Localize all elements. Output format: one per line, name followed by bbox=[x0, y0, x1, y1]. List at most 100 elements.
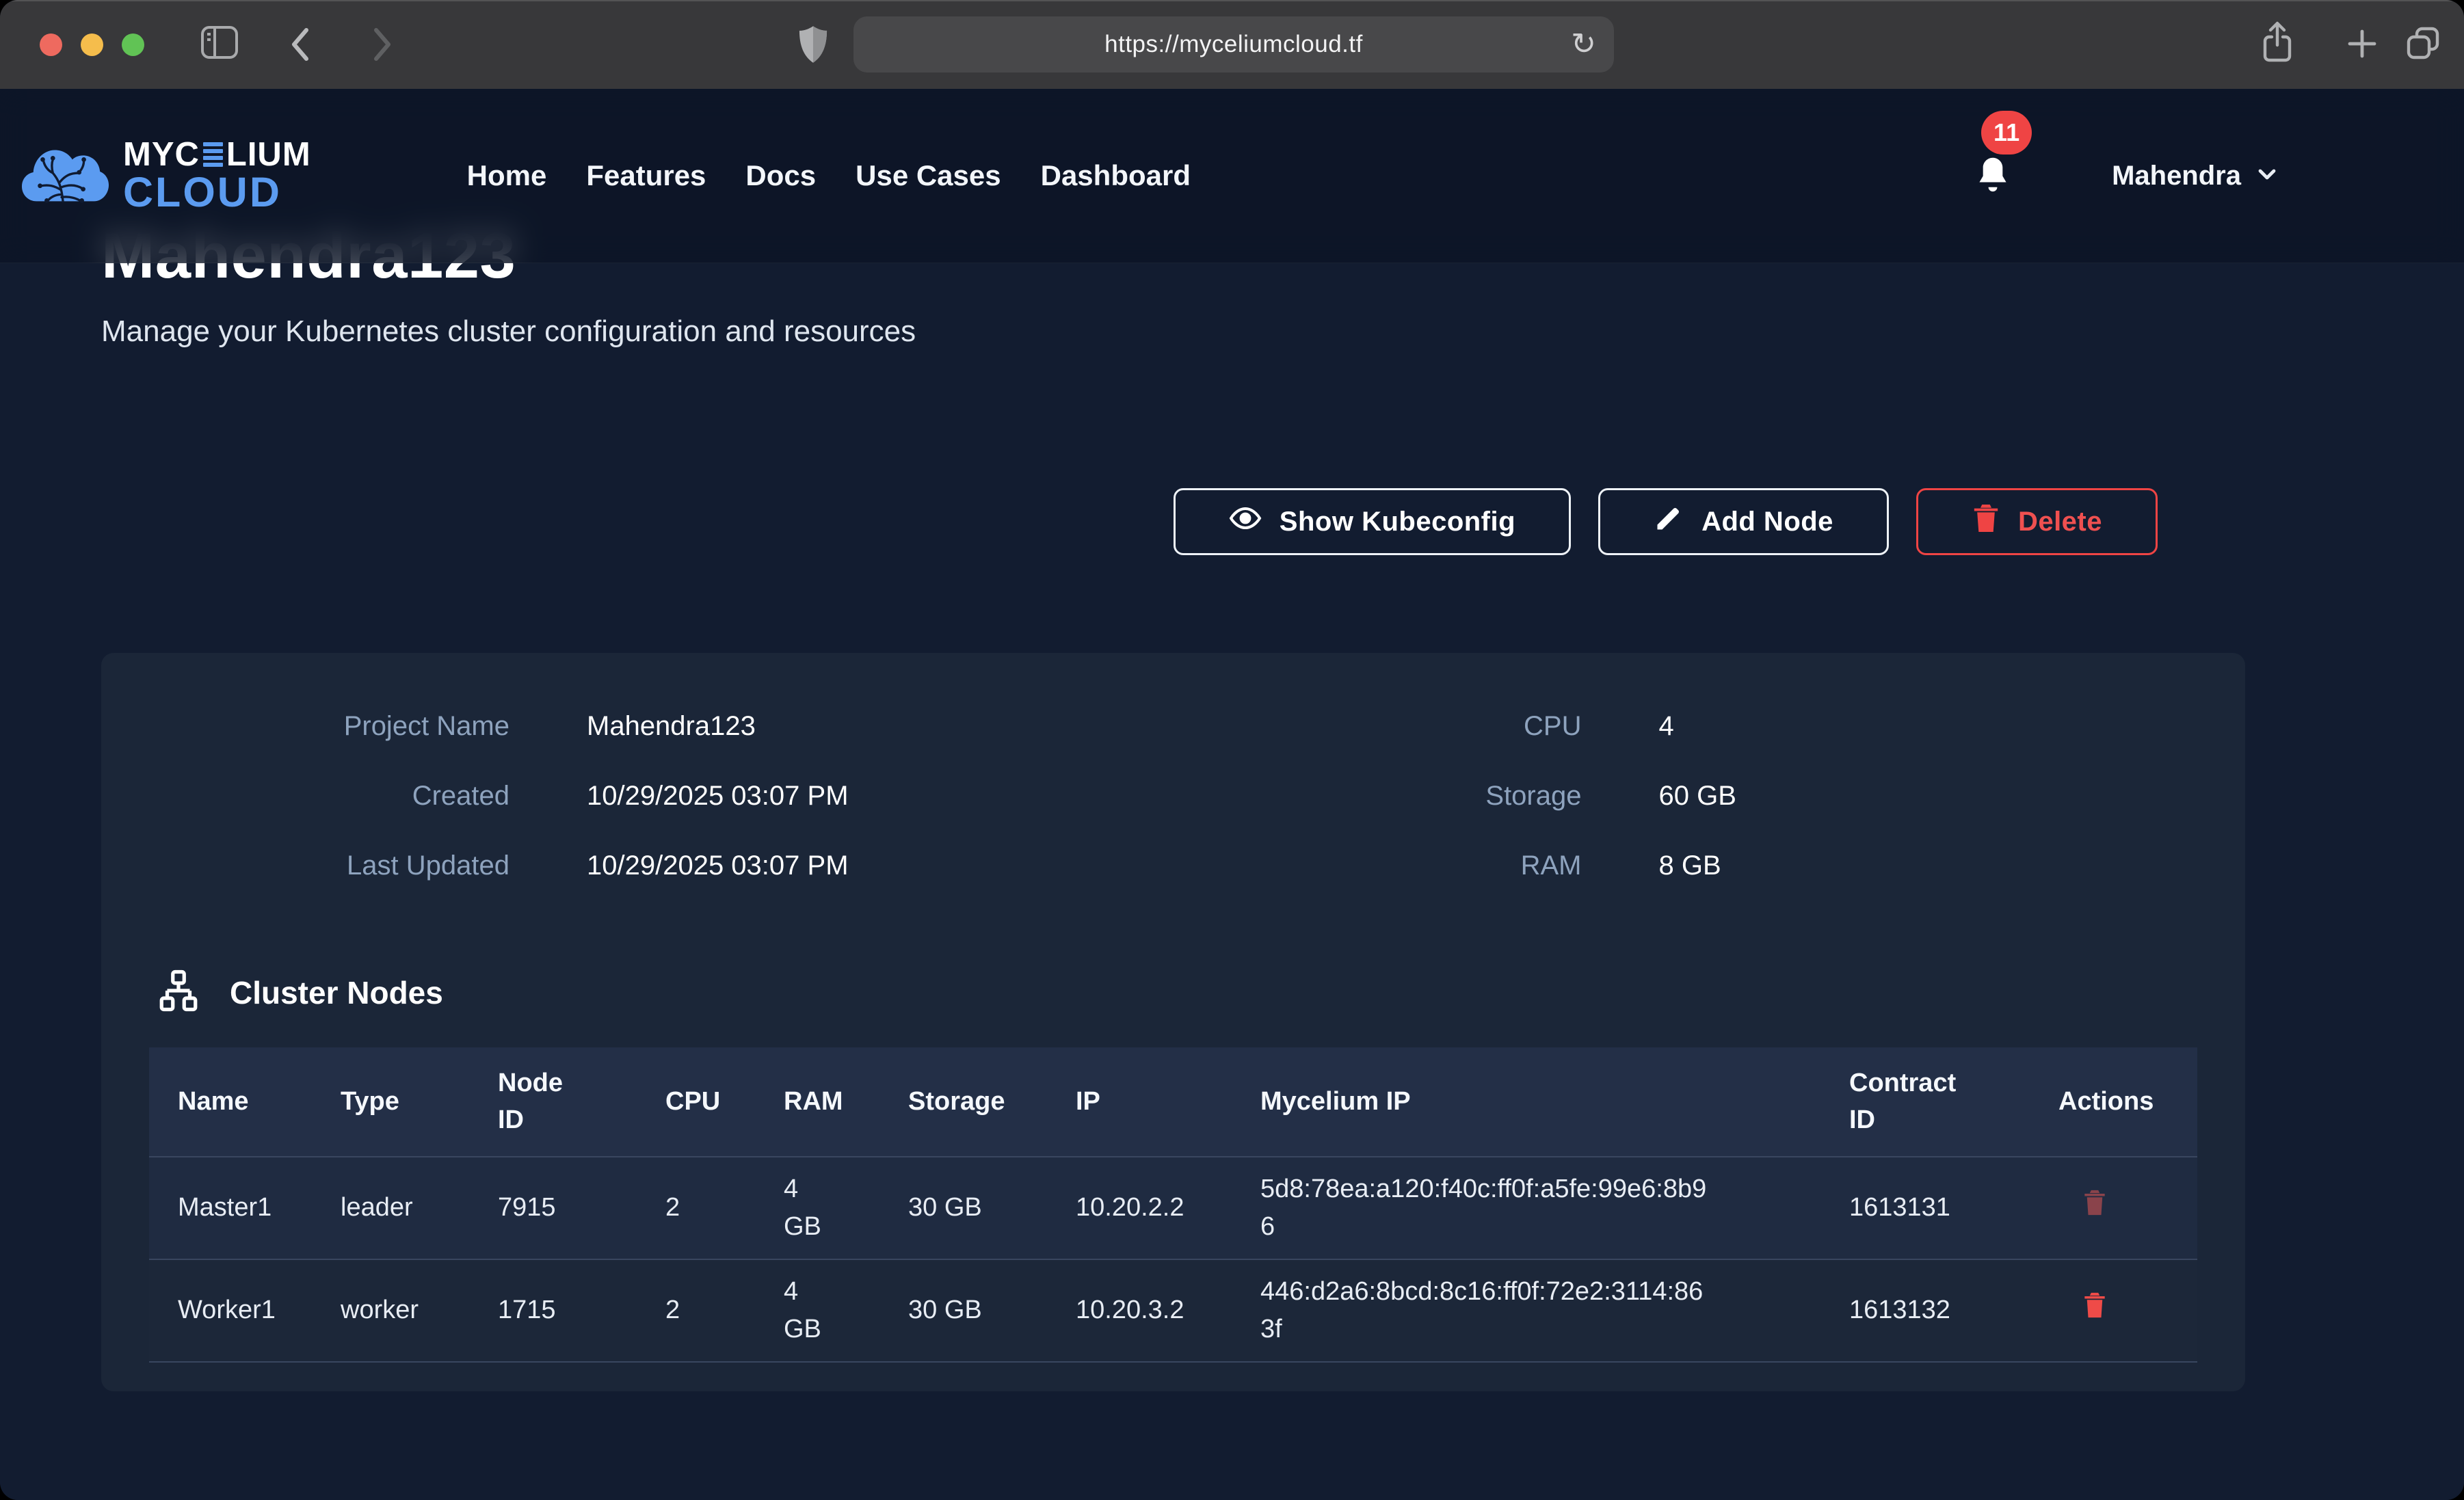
trash-icon bbox=[1972, 503, 2000, 541]
cell-ram: 4 GB bbox=[755, 1259, 879, 1362]
brand-line1: MYCLIUM bbox=[123, 138, 311, 172]
info-value: 4 bbox=[1659, 711, 1674, 742]
info-value: Mahendra123 bbox=[587, 711, 756, 742]
tab-overview-icon[interactable] bbox=[2405, 25, 2443, 63]
browser-chrome: https://myceliumcloud.tf ↻ bbox=[0, 0, 2464, 89]
info-row-ram: RAM 8 GB bbox=[1174, 851, 2246, 881]
info-label: Storage bbox=[1174, 781, 1582, 812]
brand-logo[interactable]: MYCLIUM CLOUD bbox=[21, 138, 311, 213]
col-header-ram: RAM bbox=[755, 1047, 879, 1157]
nav-link-features[interactable]: Features bbox=[586, 159, 706, 192]
info-label: Project Name bbox=[101, 711, 509, 742]
delete-label: Delete bbox=[2018, 507, 2102, 537]
col-header-contract-id: Contract ID bbox=[1820, 1047, 2030, 1157]
cell-type: leader bbox=[312, 1157, 469, 1259]
page-subtitle: Manage your Kubernetes cluster configura… bbox=[101, 314, 916, 349]
cell-mycelium-ip: 5d8:78ea:a120:f40c:ff0f:a5fe:99e6:8b96 bbox=[1232, 1157, 1820, 1259]
nav-link-dashboard[interactable]: Dashboard bbox=[1041, 159, 1191, 192]
cell-cpu: 2 bbox=[637, 1157, 755, 1259]
col-header-mycelium-ip: Mycelium IP bbox=[1232, 1047, 1820, 1157]
delete-node-button[interactable] bbox=[2058, 1290, 2108, 1322]
window-controls bbox=[40, 34, 144, 56]
brand-line2: CLOUD bbox=[123, 169, 282, 215]
delete-node-button[interactable] bbox=[2058, 1188, 2108, 1220]
page-content: Mahendra123 Manage your Kubernetes clust… bbox=[0, 89, 2464, 1500]
cell-storage: 30 GB bbox=[879, 1157, 1047, 1259]
col-header-cpu: CPU bbox=[637, 1047, 755, 1157]
add-node-button[interactable]: Add Node bbox=[1598, 488, 1889, 555]
col-header-storage: Storage bbox=[879, 1047, 1047, 1157]
cell-mycelium-ip: 446:d2a6:8bcd:8c16:ff0f:72e2:3114:863f bbox=[1232, 1259, 1820, 1362]
notifications-button[interactable]: 11 bbox=[1973, 155, 2013, 197]
cluster-nodes-header: Cluster Nodes bbox=[156, 968, 2245, 1017]
info-label: RAM bbox=[1174, 851, 1582, 881]
cell-name: Master1 bbox=[149, 1157, 312, 1259]
new-tab-icon[interactable] bbox=[2344, 26, 2380, 62]
cell-name: Worker1 bbox=[149, 1259, 312, 1362]
cell-type: worker bbox=[312, 1259, 469, 1362]
share-icon[interactable] bbox=[2260, 21, 2295, 64]
nav-link-use-cases[interactable]: Use Cases bbox=[856, 159, 1001, 192]
cell-contract-id: 1613132 bbox=[1820, 1259, 2030, 1362]
logo-e-bars bbox=[203, 142, 223, 167]
forward-icon[interactable] bbox=[369, 26, 395, 63]
info-row-storage: Storage 60 GB bbox=[1174, 781, 2246, 812]
info-label: Last Updated bbox=[101, 851, 509, 881]
info-value: 10/29/2025 03:07 PM bbox=[587, 781, 849, 812]
table-row: Worker1 worker 1715 2 4 GB 30 GB 10.20.3… bbox=[149, 1259, 2197, 1362]
eye-icon bbox=[1229, 502, 1262, 541]
col-header-type: Type bbox=[312, 1047, 469, 1157]
mycelium-cloud-logo-icon bbox=[21, 140, 109, 212]
info-value: 8 GB bbox=[1659, 851, 1721, 881]
cell-node-id: 7915 bbox=[469, 1157, 637, 1259]
minimize-window-button[interactable] bbox=[81, 34, 103, 56]
info-value: 10/29/2025 03:07 PM bbox=[587, 851, 849, 881]
chevron-down-icon bbox=[2253, 161, 2281, 191]
notification-count-badge: 11 bbox=[1981, 111, 2032, 155]
close-window-button[interactable] bbox=[40, 34, 62, 56]
url-text: https://myceliumcloud.tf bbox=[1104, 31, 1363, 58]
address-bar[interactable]: https://myceliumcloud.tf ↻ bbox=[853, 16, 1614, 72]
col-header-actions: Actions bbox=[2030, 1047, 2197, 1157]
reload-icon[interactable]: ↻ bbox=[1571, 29, 1596, 59]
col-header-node-id: Node ID bbox=[469, 1047, 637, 1157]
info-label: CPU bbox=[1174, 711, 1582, 742]
cell-node-id: 1715 bbox=[469, 1259, 637, 1362]
user-menu[interactable]: Mahendra bbox=[2112, 161, 2281, 191]
cell-storage: 30 GB bbox=[879, 1259, 1047, 1362]
info-value: 60 GB bbox=[1659, 781, 1736, 812]
cell-actions bbox=[2030, 1157, 2197, 1259]
cell-actions bbox=[2030, 1259, 2197, 1362]
bell-icon bbox=[1973, 188, 2013, 200]
cluster-actions: Show Kubeconfig Add Node Delete bbox=[101, 488, 2245, 555]
nav-link-docs[interactable]: Docs bbox=[745, 159, 816, 192]
table-row: Master1 leader 7915 2 4 GB 30 GB 10.20.2… bbox=[149, 1157, 2197, 1259]
info-row-cpu: CPU 4 bbox=[1174, 711, 2246, 742]
cluster-info-grid: Project Name Mahendra123 Created 10/29/2… bbox=[101, 653, 2245, 881]
fullscreen-window-button[interactable] bbox=[122, 34, 144, 56]
nav-link-home[interactable]: Home bbox=[467, 159, 547, 192]
col-header-ip: IP bbox=[1047, 1047, 1232, 1157]
pencil-icon bbox=[1654, 503, 1684, 540]
show-kubeconfig-label: Show Kubeconfig bbox=[1280, 507, 1515, 537]
cell-cpu: 2 bbox=[637, 1259, 755, 1362]
cluster-nodes-table: Name Type Node ID CPU RAM Storage IP Myc… bbox=[149, 1047, 2197, 1363]
info-row-last-updated: Last Updated 10/29/2025 03:07 PM bbox=[101, 851, 1174, 881]
trash-icon bbox=[2082, 1312, 2108, 1322]
cell-ip: 10.20.2.2 bbox=[1047, 1157, 1232, 1259]
sidebar-toggle-icon[interactable] bbox=[200, 25, 239, 60]
privacy-shield-icon[interactable] bbox=[797, 25, 829, 64]
main-navbar: MYCLIUM CLOUD Home Features Docs Use Cas… bbox=[0, 89, 2464, 263]
cell-ram: 4 GB bbox=[755, 1157, 879, 1259]
page: Mahendra123 Manage your Kubernetes clust… bbox=[0, 89, 2464, 1500]
back-icon[interactable] bbox=[287, 26, 313, 63]
info-label: Created bbox=[101, 781, 509, 812]
cluster-nodes-heading: Cluster Nodes bbox=[230, 974, 443, 1011]
col-header-name: Name bbox=[149, 1047, 312, 1157]
show-kubeconfig-button[interactable]: Show Kubeconfig bbox=[1174, 488, 1571, 555]
user-name: Mahendra bbox=[2112, 161, 2241, 191]
delete-cluster-button[interactable]: Delete bbox=[1916, 488, 2158, 555]
trash-icon bbox=[2082, 1209, 2108, 1220]
add-node-label: Add Node bbox=[1701, 507, 1833, 537]
cluster-nodes-icon bbox=[156, 968, 201, 1017]
